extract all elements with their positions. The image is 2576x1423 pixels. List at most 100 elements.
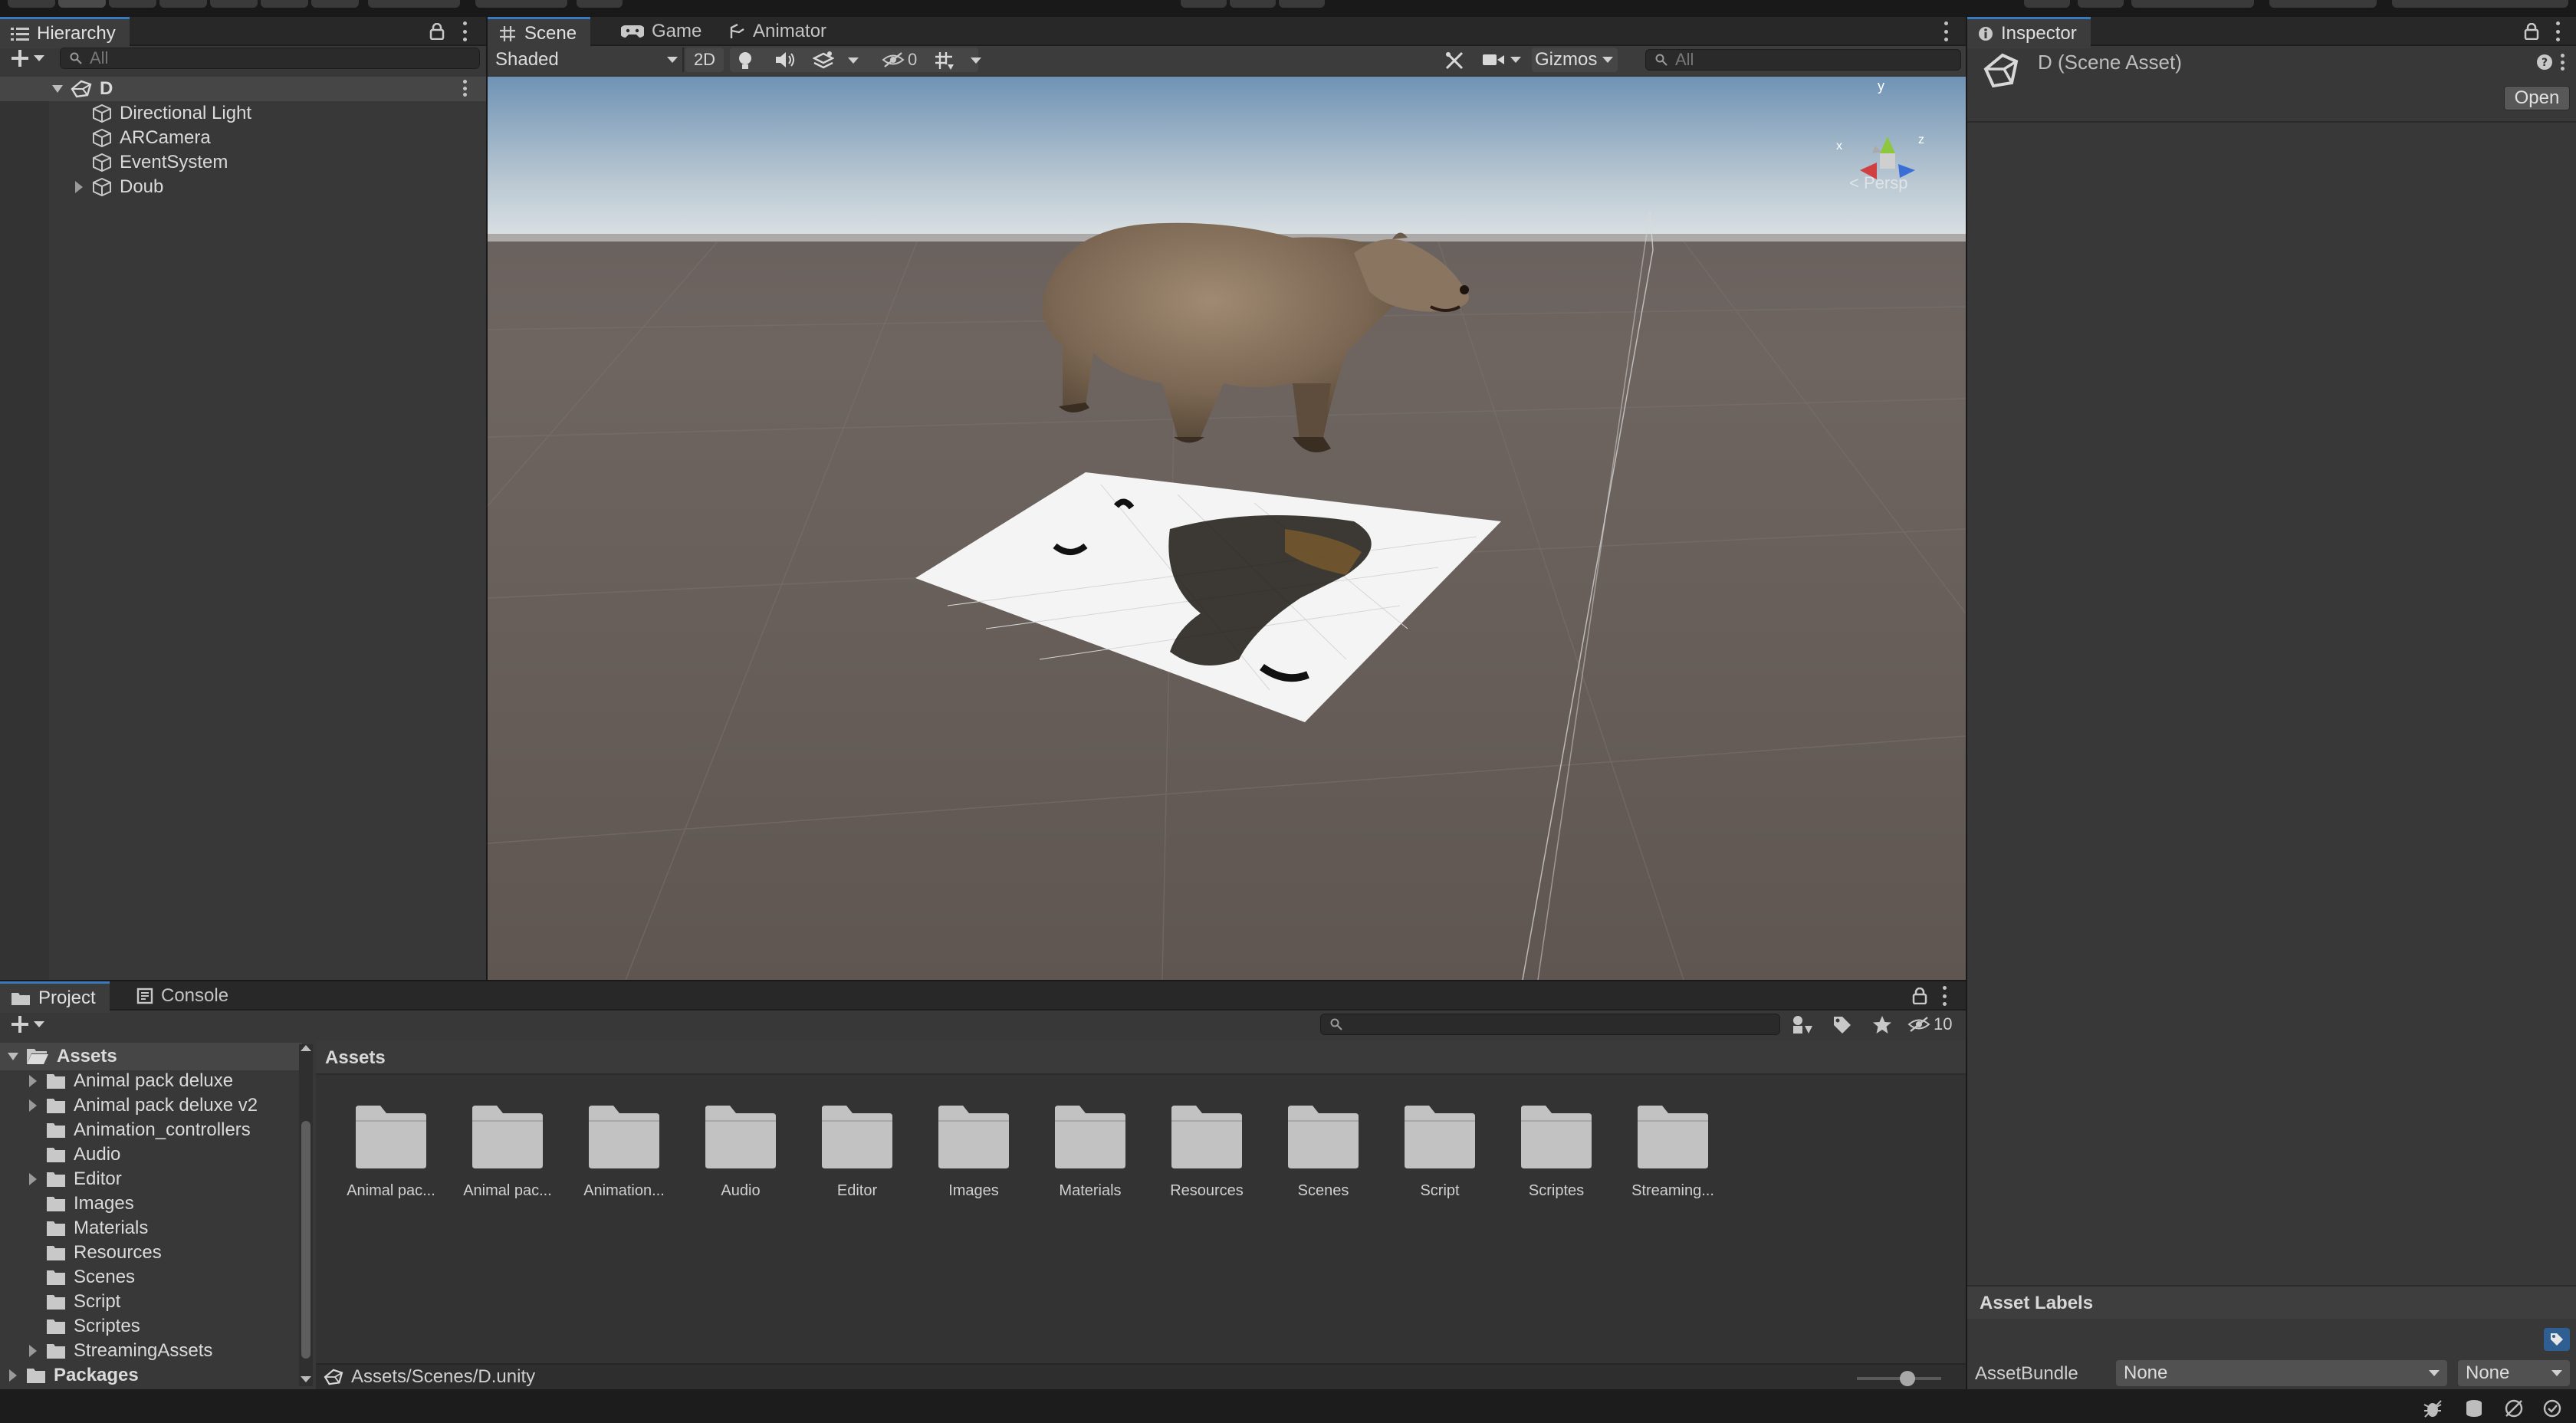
- projection-toggle[interactable]: < Persp: [1849, 173, 1907, 193]
- asset-label-button[interactable]: [2544, 1328, 2570, 1351]
- project-hidden-packages-toggle[interactable]: 10: [1907, 1012, 1952, 1037]
- hierarchy-search-input[interactable]: All: [60, 48, 480, 69]
- asset-folder-tile[interactable]: Images: [920, 1104, 1027, 1200]
- camera-dropdown[interactable]: [1483, 52, 1521, 67]
- thumbnail-size-handle[interactable]: [1900, 1371, 1915, 1386]
- tree-folder-item[interactable]: Materials: [46, 1216, 148, 1241]
- tab-project[interactable]: Project: [0, 981, 110, 1013]
- tool-scale-button[interactable]: [159, 0, 207, 8]
- expand-arrow-icon[interactable]: [52, 84, 63, 94]
- tool-hand-button[interactable]: [8, 0, 55, 8]
- asset-bundle-dropdown[interactable]: None: [2116, 1360, 2447, 1386]
- breadcrumb[interactable]: Assets: [325, 1047, 386, 1069]
- asset-folder-tile[interactable]: Resources: [1153, 1104, 1260, 1200]
- step-button[interactable]: [1279, 0, 1325, 8]
- snap-button[interactable]: [577, 0, 623, 8]
- tree-root-assets[interactable]: Assets: [8, 1044, 117, 1069]
- pause-button[interactable]: [1230, 0, 1276, 8]
- tree-scroll-thumb[interactable]: [301, 1121, 310, 1359]
- tab-animator[interactable]: Animator: [718, 17, 840, 46]
- toggle-2d-button[interactable]: 2D: [685, 48, 724, 72]
- gizmos-dropdown[interactable]: Gizmos: [1532, 48, 1618, 72]
- project-menu-icon[interactable]: [1943, 986, 1947, 1006]
- expand-arrow-icon[interactable]: [8, 1051, 18, 1062]
- inspector-settings-icon[interactable]: [2561, 54, 2565, 71]
- tool-rect-button[interactable]: [210, 0, 258, 8]
- asset-folder-tile[interactable]: Scriptes: [1503, 1104, 1610, 1200]
- cloud-button[interactable]: [2078, 0, 2124, 8]
- asset-folder-tile[interactable]: Animal pac...: [454, 1104, 561, 1200]
- asset-folder-tile[interactable]: Animal pac...: [337, 1104, 445, 1200]
- bug-icon[interactable]: [2423, 1398, 2443, 1418]
- scene-visibility-toggle[interactable]: 0: [882, 48, 917, 72]
- tab-hierarchy[interactable]: Hierarchy: [0, 17, 130, 48]
- tree-root-packages[interactable]: Packages: [8, 1363, 139, 1388]
- asset-folder-tile[interactable]: Scenes: [1270, 1104, 1377, 1200]
- scene-viewport[interactable]: y x z < Persp: [488, 77, 1966, 980]
- pivot-toggle[interactable]: [368, 0, 460, 8]
- asset-folder-tile[interactable]: Script: [1386, 1104, 1493, 1200]
- expand-arrow-icon[interactable]: [28, 1173, 38, 1185]
- tree-folder-item[interactable]: Scenes: [46, 1265, 135, 1290]
- asset-folder-tile[interactable]: Editor: [803, 1104, 911, 1200]
- scene-menu-icon[interactable]: [463, 80, 468, 97]
- search-by-type-icon[interactable]: [1791, 1014, 1814, 1035]
- hierarchy-item[interactable]: EventSystem: [92, 150, 228, 175]
- tool-rotate-button[interactable]: [109, 0, 156, 8]
- tree-folder-item[interactable]: Images: [46, 1191, 134, 1216]
- scroll-up-icon[interactable]: [301, 1044, 311, 1052]
- tree-folder-item[interactable]: Animal pack deluxe v2: [28, 1093, 258, 1118]
- favorites-star-icon[interactable]: [1872, 1015, 1892, 1035]
- lighting-toggle-icon[interactable]: [736, 51, 754, 71]
- tree-folder-item[interactable]: Animation_controllers: [46, 1118, 251, 1142]
- tree-folder-item[interactable]: Animal pack deluxe: [28, 1069, 233, 1093]
- inspector-menu-icon[interactable]: [2556, 21, 2561, 41]
- asset-folder-tile[interactable]: Animation...: [570, 1104, 678, 1200]
- tab-inspector[interactable]: Inspector: [1967, 17, 2091, 48]
- collab-button[interactable]: [2024, 0, 2070, 8]
- lock-icon[interactable]: [429, 23, 445, 40]
- shading-dropdown[interactable]: Shaded: [491, 48, 682, 72]
- tree-folder-item[interactable]: Audio: [46, 1142, 120, 1167]
- tab-console[interactable]: Console: [126, 981, 242, 1011]
- open-button[interactable]: Open: [2504, 86, 2570, 110]
- thumbnail-size-slider[interactable]: [1857, 1371, 1941, 1386]
- tree-folder-item[interactable]: Script: [46, 1290, 120, 1314]
- lock-icon[interactable]: [1912, 988, 1927, 1004]
- hierarchy-menu-icon[interactable]: [463, 21, 468, 41]
- tools-icon[interactable]: [1444, 51, 1464, 71]
- hierarchy-item[interactable]: Directional Light: [92, 101, 251, 126]
- project-create-button[interactable]: [11, 1015, 44, 1034]
- expand-arrow-icon[interactable]: [74, 181, 84, 193]
- layout-dropdown[interactable]: [2269, 0, 2377, 8]
- tree-scrollbar[interactable]: [299, 1044, 313, 1386]
- project-search-input[interactable]: [1320, 1014, 1780, 1035]
- tree-folder-item[interactable]: StreamingAssets: [28, 1339, 212, 1363]
- tool-custom-button[interactable]: [311, 0, 359, 8]
- tab-game[interactable]: Game: [610, 17, 715, 46]
- audio-toggle-icon[interactable]: [774, 51, 796, 69]
- asset-folder-tile[interactable]: Streaming...: [1619, 1104, 1727, 1200]
- scene-search-input[interactable]: All: [1645, 49, 1961, 71]
- expand-arrow-icon[interactable]: [28, 1075, 38, 1087]
- search-by-label-icon[interactable]: [1832, 1015, 1852, 1035]
- global-toggle[interactable]: [475, 0, 567, 8]
- effects-toggle-icon[interactable]: [813, 51, 834, 71]
- hierarchy-scene-item[interactable]: D: [52, 77, 113, 101]
- asset-folder-tile[interactable]: Materials: [1037, 1104, 1144, 1200]
- expand-arrow-icon[interactable]: [28, 1345, 38, 1357]
- tool-move-button[interactable]: [58, 0, 106, 8]
- tree-folder-item[interactable]: Scriptes: [46, 1314, 140, 1339]
- create-button[interactable]: [11, 49, 44, 67]
- check-circle-icon[interactable]: [2542, 1398, 2562, 1418]
- account-dropdown[interactable]: [2392, 0, 2568, 8]
- tool-transform-button[interactable]: [261, 0, 308, 8]
- tree-folder-item[interactable]: Resources: [46, 1241, 162, 1265]
- layers-dropdown[interactable]: [2131, 0, 2254, 8]
- help-icon[interactable]: ?: [2536, 54, 2553, 71]
- hierarchy-item[interactable]: Doub: [74, 175, 163, 199]
- effects-caret-icon[interactable]: [848, 57, 859, 64]
- expand-arrow-icon[interactable]: [8, 1369, 18, 1382]
- asset-bundle-variant-dropdown[interactable]: None: [2458, 1360, 2570, 1386]
- tab-scene[interactable]: Scene: [488, 17, 591, 48]
